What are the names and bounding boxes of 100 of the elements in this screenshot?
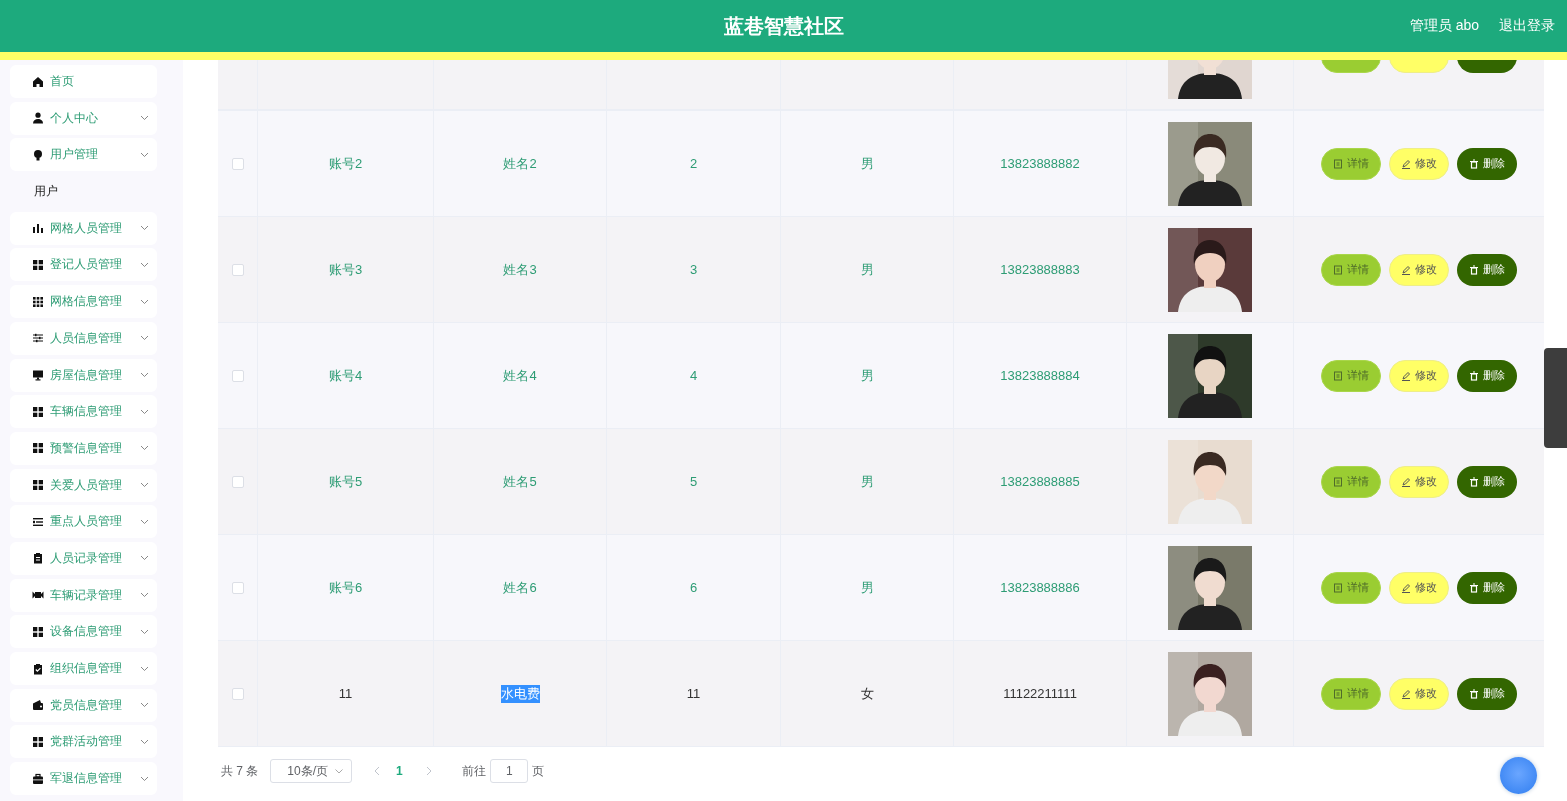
- detail-button[interactable]: 详情: [1321, 147, 1381, 180]
- menu-item[interactable]: 党群活动管理: [10, 725, 157, 759]
- pencil-icon: [1401, 370, 1411, 381]
- table-cell: 账号2: [328, 154, 363, 173]
- bulb-icon: [32, 148, 44, 161]
- table-cell: 13823888882: [1000, 156, 1080, 171]
- table-cell: 11122211111: [1003, 686, 1077, 701]
- detail-button[interactable]: 详情: [1321, 359, 1381, 392]
- table-cell: 13823888886: [1000, 580, 1080, 595]
- submenu-item[interactable]: 用户: [34, 175, 183, 209]
- menu-item[interactable]: 组织信息管理: [10, 652, 157, 685]
- checkbox[interactable]: [231, 687, 244, 700]
- side-drawer-handle[interactable]: [1544, 348, 1567, 448]
- table-cell: 6: [689, 580, 698, 595]
- checklist-icon: [32, 662, 44, 675]
- wallet-icon: [32, 699, 44, 712]
- table-cell: 账号6: [328, 578, 363, 597]
- chevron-icon: [140, 555, 149, 562]
- menu-item[interactable]: 房屋信息管理: [10, 358, 157, 392]
- next-page-icon: [426, 766, 433, 776]
- grid-icon: [32, 442, 44, 455]
- checkbox[interactable]: [231, 157, 244, 170]
- edit-button[interactable]: 修改: [1389, 677, 1449, 710]
- grid-icon: [32, 735, 44, 748]
- edit-button[interactable]: 修改: [1389, 359, 1449, 392]
- menu-item[interactable]: 登记人员管理: [10, 248, 157, 282]
- menu-item[interactable]: 首页: [10, 65, 157, 98]
- page-input[interactable]: 1: [490, 759, 529, 783]
- delete-button[interactable]: 删除: [1457, 147, 1517, 180]
- delete-button[interactable]: 删除: [1457, 253, 1517, 286]
- floating-button[interactable]: [1500, 757, 1537, 794]
- delete-button[interactable]: 删除: [1457, 571, 1517, 604]
- edit-button[interactable]: 修改: [1389, 253, 1449, 286]
- chevron-icon: [140, 408, 149, 415]
- grid-icon: [32, 258, 44, 271]
- checkbox[interactable]: [231, 475, 244, 488]
- grid-icon: [32, 295, 44, 308]
- pencil-icon: [1401, 264, 1411, 275]
- delete-button[interactable]: 删除: [1457, 465, 1517, 498]
- table-cell: 13823888885: [1000, 474, 1080, 489]
- menu-item[interactable]: 党员信息管理: [10, 688, 157, 722]
- delete-button[interactable]: 删除: [1457, 677, 1517, 710]
- menu-item[interactable]: 人员信息管理: [10, 321, 157, 355]
- delete-button[interactable]: 删除: [1457, 359, 1517, 392]
- detail-button[interactable]: 详情: [1321, 465, 1381, 498]
- trash-icon: [1469, 582, 1479, 593]
- menu-item[interactable]: 车辆信息管理: [10, 395, 157, 429]
- menu-item[interactable]: 车辆记录管理: [10, 578, 157, 612]
- table-cell: 男: [860, 366, 874, 385]
- pencil-icon: [1401, 476, 1411, 487]
- menu-item[interactable]: 网格信息管理: [10, 285, 157, 319]
- table-cell: 2: [689, 156, 698, 171]
- caret-icon: [335, 768, 344, 774]
- table-cell: 水电费: [500, 684, 540, 703]
- document-icon: [1333, 582, 1343, 593]
- user-label: 管理员 abo: [1409, 17, 1479, 35]
- pencil-icon: [1401, 688, 1411, 699]
- table-cell: 姓名4: [503, 366, 537, 385]
- chevron-icon: [140, 775, 149, 782]
- menu-item[interactable]: 预警信息管理: [10, 431, 157, 465]
- menu-item[interactable]: 用户管理: [10, 138, 157, 172]
- checkbox[interactable]: [231, 369, 244, 382]
- logout-link[interactable]: 退出登录: [1499, 17, 1555, 35]
- menu-item[interactable]: 网格人员管理: [10, 211, 157, 245]
- table-cell: 13823888884: [1000, 368, 1080, 383]
- document-icon: [1333, 688, 1343, 699]
- page-size-select[interactable]: 10条/页: [270, 759, 353, 783]
- menu-item[interactable]: 设备信息管理: [10, 615, 157, 649]
- document-icon: [1333, 476, 1343, 487]
- table-cell: 账号3: [328, 260, 363, 279]
- table-cell: 姓名3: [503, 260, 537, 279]
- grid-icon: [32, 405, 44, 418]
- edit-button[interactable]: 修改: [1389, 571, 1449, 604]
- detail-button[interactable]: 详情: [1321, 253, 1381, 286]
- table-cell: 男: [860, 154, 874, 173]
- chevron-icon: [140, 298, 149, 305]
- home-icon: [32, 75, 44, 88]
- menu-item[interactable]: 重点人员管理: [10, 505, 157, 539]
- checkbox[interactable]: [231, 581, 244, 594]
- chevron-icon: [140, 445, 149, 452]
- menu-item[interactable]: 军退信息管理: [10, 762, 157, 796]
- menu-item[interactable]: 关爱人员管理: [10, 468, 157, 502]
- document-icon: [1333, 264, 1343, 275]
- total-count: 共 7 条: [221, 762, 259, 780]
- detail-button[interactable]: 详情: [1321, 677, 1381, 710]
- chevron-icon: [140, 665, 149, 672]
- page-number[interactable]: 1: [394, 764, 405, 778]
- edit-button[interactable]: 修改: [1389, 465, 1449, 498]
- table-cell: 女: [860, 684, 874, 703]
- menu-item[interactable]: 人员记录管理: [10, 541, 157, 575]
- chevron-icon: [140, 592, 149, 599]
- menu-item[interactable]: 个人中心: [10, 101, 157, 135]
- table-cell: 5: [689, 474, 698, 489]
- chevron-icon: [140, 335, 149, 342]
- edit-button[interactable]: 修改: [1389, 147, 1449, 180]
- checkbox[interactable]: [231, 263, 244, 276]
- briefcase-icon: [32, 772, 44, 785]
- grid-icon: [32, 479, 44, 492]
- detail-button[interactable]: 详情: [1321, 571, 1381, 604]
- trash-icon: [1469, 688, 1479, 699]
